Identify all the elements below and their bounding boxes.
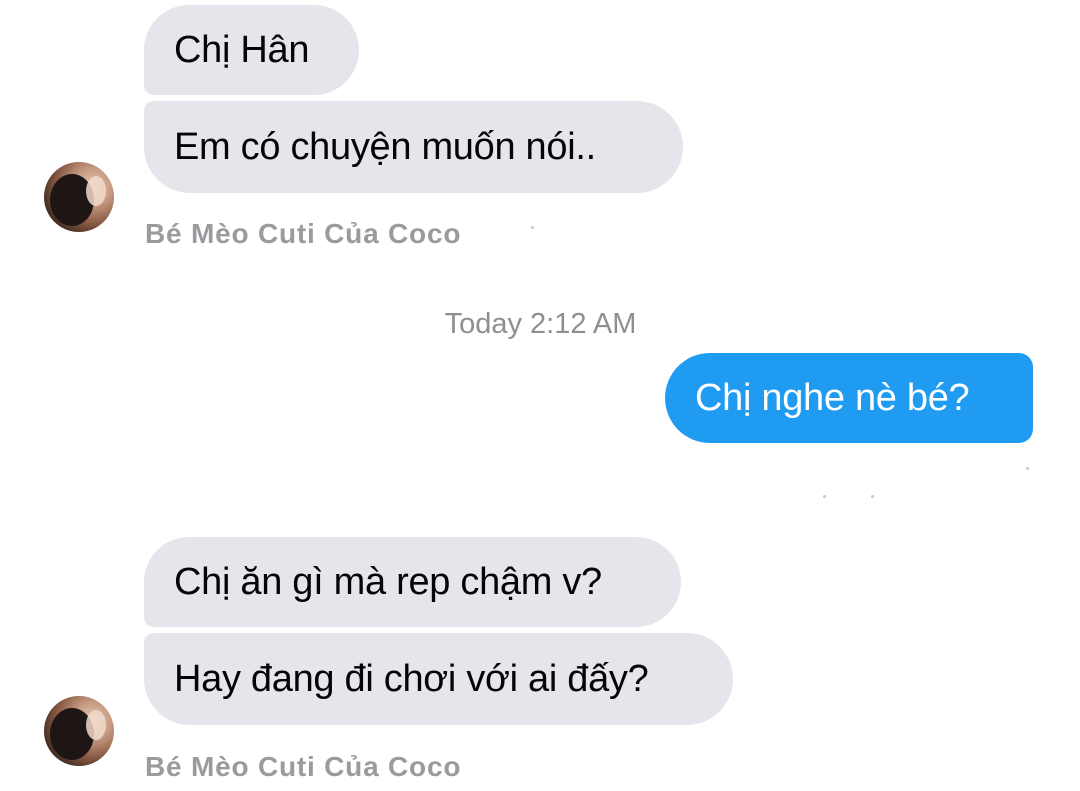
message-timestamp: Today 2:12 AM [444,308,637,340]
incoming-message[interactable]: Hay đang đi chơi với ai đấy? [144,633,733,725]
sender-avatar[interactable] [44,696,114,766]
read-receipt-dot [1026,467,1029,470]
incoming-message[interactable]: Chị Hân [144,5,359,95]
message-text: Hay đang đi chơi với ai đấy? [174,657,649,700]
outgoing-message[interactable]: Chị nghe nè bé? [665,353,1033,443]
typing-indicator-dot [823,495,826,498]
incoming-message[interactable]: Em có chuyện muốn nói.. [144,101,683,193]
message-text: Chị Hân [174,28,310,71]
typing-indicator-dot [871,495,874,498]
sender-name: Bé Mèo Cuti Của Coco [145,751,462,782]
avatar-face-shape [86,176,106,206]
message-text: Em có chuyện muốn nói.. [174,125,596,168]
sender-avatar[interactable] [44,162,114,232]
read-receipt-dot [531,226,534,229]
avatar-face-shape [86,710,106,740]
incoming-message[interactable]: Chị ăn gì mà rep chậm v? [144,537,681,627]
message-text: Chị ăn gì mà rep chậm v? [174,560,602,603]
message-text: Chị nghe nè bé? [695,376,970,419]
sender-name: Bé Mèo Cuti Của Coco [145,218,462,249]
